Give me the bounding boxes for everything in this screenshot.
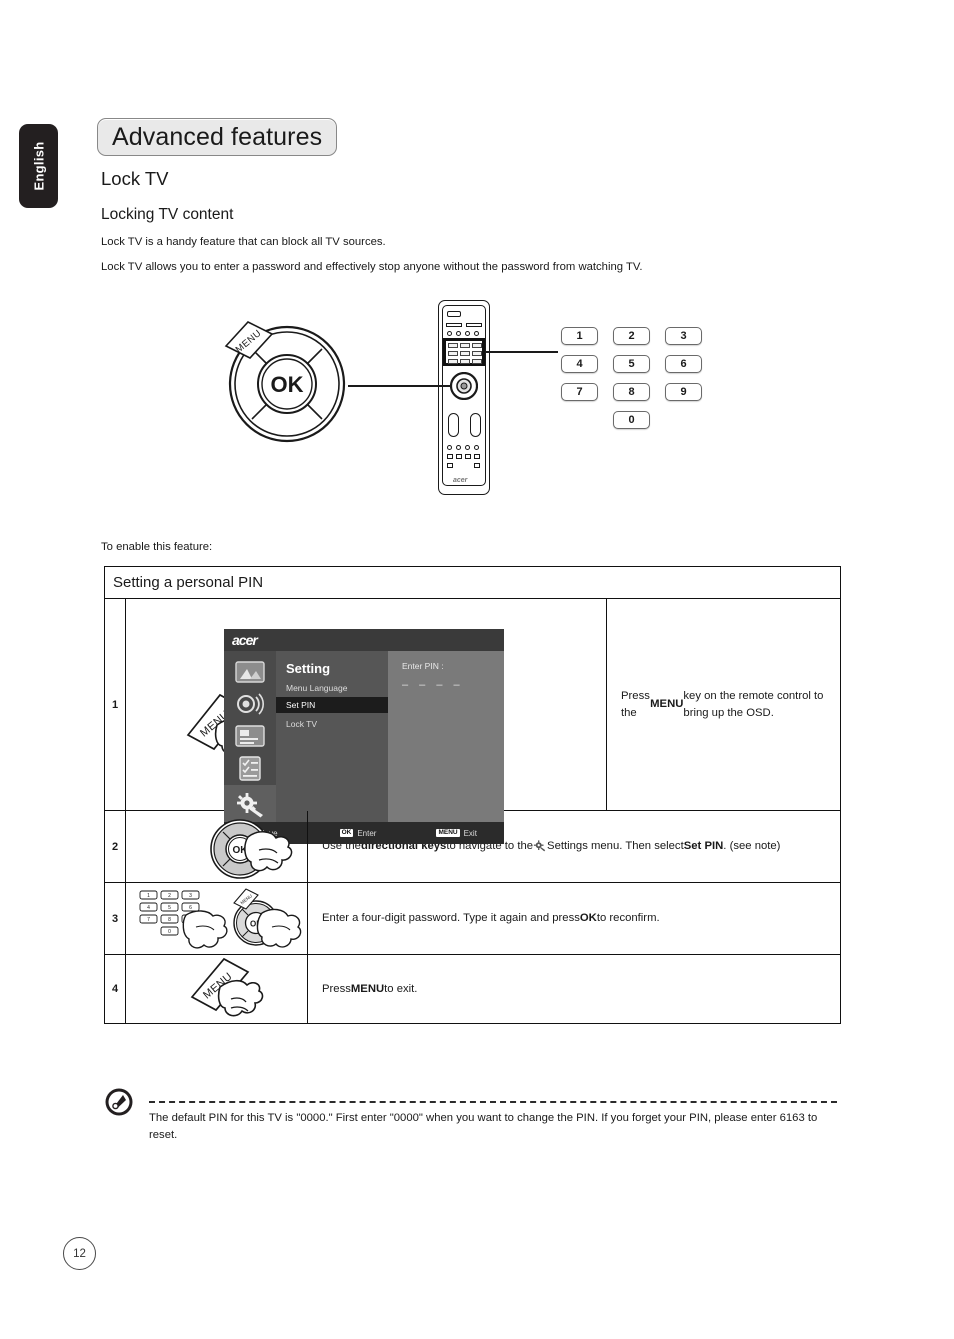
step-illustration-cell: 123 456 789 0 OK MENU [126,883,308,954]
numpad-key-3[interactable]: 3 [665,327,702,345]
numpad-row: 4 5 6 [561,355,702,373]
osd-pin-field[interactable]: – – – – [402,679,464,691]
numpad-key-0[interactable]: 0 [613,411,650,429]
note-text: The default PIN for this TV is "0000." F… [149,1112,818,1141]
numpad-key-6[interactable]: 6 [665,355,702,373]
numpad-key-5[interactable]: 5 [613,355,650,373]
svg-text:5: 5 [168,905,171,911]
osd-menu-item-lock-tv[interactable]: Lock TV [286,719,317,729]
page-number: 12 [63,1237,96,1270]
svg-text:2: 2 [168,893,171,899]
osd-menu-item-set-pin-label: Set PIN [286,700,316,710]
numpad-callout: 1 2 3 4 5 6 7 8 9 0 [561,327,702,439]
osd-body: Setting Menu Language Set PIN Lock TV En… [224,651,504,829]
numpad-key-8[interactable]: 8 [613,383,650,401]
numpad-row: 7 8 9 [561,383,702,401]
remote-control-diagram: OK ok label text bound below MENU acer [0,295,954,510]
step-description: Enter a four-digit password. Type it aga… [322,912,660,925]
checklist-icon[interactable] [234,755,266,781]
numpad-key-4[interactable]: 4 [561,355,598,373]
osd-enter-pin-label: Enter PIN : [402,661,444,671]
numpad-row: 1 2 3 [561,327,702,345]
numpad-key-7[interactable]: 7 [561,383,598,401]
language-tab-label: English [31,141,46,191]
procedure-table: Setting a personal PIN 1 MENU acer Setti… [104,566,841,1024]
svg-text:6: 6 [189,905,192,911]
step-illustration-cell: OK [126,811,308,882]
osd-menu-title: Setting [286,661,331,676]
settings-gear-icon [533,840,547,853]
picture-icon[interactable] [234,659,266,685]
step-description: Press the MENU key on the remote control… [606,599,840,810]
sound-icon[interactable] [234,691,266,717]
svg-text:7: 7 [147,917,150,923]
connector-line-numpad [486,351,558,354]
osd-menu-item-set-pin[interactable]: Set PIN [276,697,388,713]
osd-footer-enter-label: Enter [357,828,377,838]
osd-footer-enter: OK Enter [339,828,377,838]
table-row: 4 MENU Press MENU to exit. [105,955,840,1023]
menu-key-tag: MENU [224,321,274,359]
table-row: 3 1 2 3 4 5 6 7 8 0 OK MENU Enter a four-d… [105,883,840,955]
note-divider [149,1101,837,1103]
step-number: 4 [105,955,126,1023]
step-illustration-cell: MENU [126,955,308,1023]
osd-menu-item-menu-language[interactable]: Menu Language [286,683,347,693]
svg-text:4: 4 [147,905,150,911]
svg-text:0: 0 [168,929,171,935]
ok-wheel-label: OK [271,372,304,397]
hand-pressing-menu-icon: MENU [190,957,264,1017]
numpad-key-9[interactable]: 9 [665,383,702,401]
step-illustration-cell: MENU acer Setting Menu Language Set PIN … [126,599,606,844]
menu-badge: MENU [436,828,460,838]
section-title: Advanced features [112,122,323,151]
connector-line-ok [348,385,452,388]
procedure-table-title: Setting a personal PIN [105,567,840,599]
osd-detail-pane: Enter PIN : – – – – [388,651,504,822]
step-description: Press MENU to exit. [322,982,418,995]
enable-feature-line: To enable this feature: [101,541,213,553]
svg-text:3: 3 [189,893,192,899]
acer-note-icon [105,1088,133,1116]
step-number: 2 [105,811,126,882]
ok-badge: OK [339,828,354,838]
svg-text:1: 1 [147,893,150,899]
osd-footer-exit-label: Exit [463,828,477,838]
hand-pressing-numpad-and-ok-icon: 123 456 789 0 OK MENU [139,888,302,949]
remote-nav-ring [450,372,478,400]
osd-footer-exit: MENU Exit [436,828,477,838]
osd-header: acer [224,629,504,651]
acer-logo: acer [232,632,258,648]
step-number: 3 [105,883,126,954]
intro-paragraph-2: Lock TV allows you to enter a password a… [101,261,643,273]
page-title: Lock TV [101,168,169,189]
language-tab: English [19,124,58,208]
numpad-row: 0 [561,411,702,429]
intro-paragraph-1: Lock TV is a handy feature that can bloc… [101,236,386,248]
numpad-key-2[interactable]: 2 [613,327,650,345]
subsection-title: Locking TV content [101,206,234,223]
step-number: 1 [105,599,126,810]
numpad-key-1[interactable]: 1 [561,327,598,345]
remote-numpad-highlight [443,338,485,366]
section-title-chip: Advanced features [97,118,338,156]
table-row: 1 MENU acer Setting Menu Language Set PI… [105,599,840,844]
svg-text:8: 8 [168,917,171,923]
hand-pressing-ok-wheel-icon: OK [210,819,293,879]
channel-icon[interactable] [234,723,266,749]
osd-menu-column: Setting Menu Language Set PIN Lock TV [276,651,388,822]
osd-icon-rail [224,651,276,829]
